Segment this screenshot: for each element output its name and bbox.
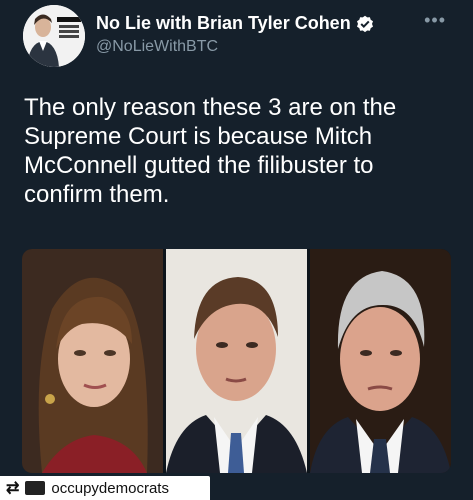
display-name-text: No Lie with Brian Tyler Cohen <box>96 13 351 33</box>
display-name[interactable]: No Lie with Brian Tyler Cohen <box>96 13 374 34</box>
repost-username[interactable]: occupydemocrats <box>51 480 169 497</box>
verified-badge-icon <box>356 15 374 33</box>
portrait-image <box>310 249 451 473</box>
avatar[interactable] <box>23 5 85 67</box>
tweet-text: The only reason these 3 are on the Supre… <box>24 94 397 208</box>
photo-middle[interactable] <box>166 249 307 473</box>
repost-attribution[interactable]: ⇄ occupydemocrats <box>0 476 210 500</box>
photo-left[interactable] <box>22 249 163 473</box>
portrait-image <box>166 249 307 473</box>
photo-right[interactable] <box>310 249 451 473</box>
portrait-image <box>22 249 163 473</box>
repost-icon: ⇄ <box>6 480 20 497</box>
tweet-media[interactable] <box>22 249 451 473</box>
more-options-icon[interactable]: ••• <box>424 10 446 31</box>
avatar-image <box>23 5 85 67</box>
handle[interactable]: @NoLieWithBTC <box>96 38 218 56</box>
repost-avatar <box>25 481 46 495</box>
